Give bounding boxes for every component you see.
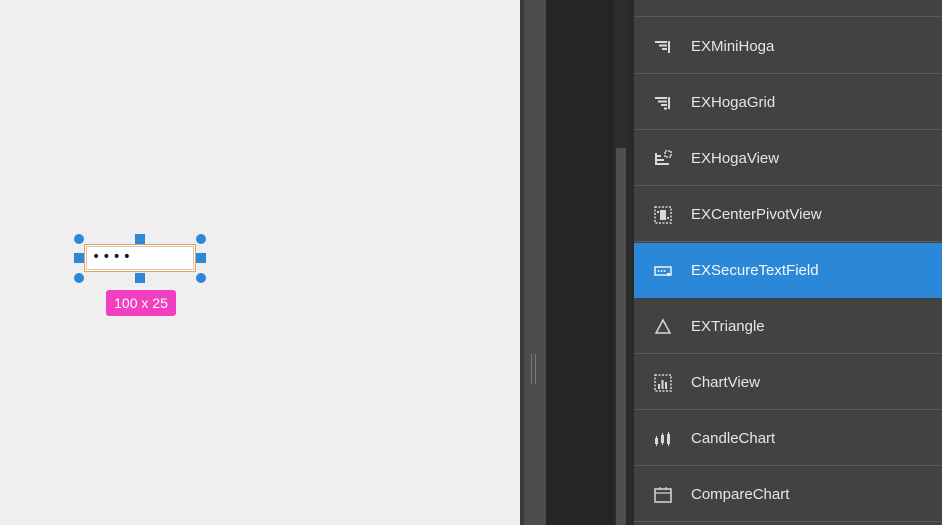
panel-splitter[interactable] [520,0,546,525]
list-item-partial[interactable] [634,0,942,17]
resize-handle-left[interactable] [74,253,84,263]
list-item-exsecuretextfield[interactable]: EXSecureTextField [634,243,942,298]
candle-chart-icon [655,432,670,446]
resize-handle-bottom-left[interactable] [74,273,84,283]
list-item-exhogagrid[interactable]: EXHogaGrid [634,75,942,130]
hoga-bars-icon [655,41,670,53]
list-item-candlechart[interactable]: CandleChart [634,411,942,466]
list-item-label: CompareChart [691,486,790,503]
middle-pane [546,0,614,525]
list-item-comparechart[interactable]: CompareChart [634,467,942,522]
resize-handle-top-left[interactable] [74,234,84,244]
scrollbar-thumb[interactable] [616,148,626,525]
resize-handle-top-right[interactable] [196,234,206,244]
size-badge: 100 x 25 [106,290,176,316]
resize-handle-bottom[interactable] [135,273,145,283]
secure-textfield-icon [654,266,672,276]
panel-gap [626,0,634,525]
splitter-grip[interactable] [531,354,536,384]
list-item-exhogaview[interactable]: EXHogaView [634,131,942,186]
list-item-label: EXMiniHoga [691,38,775,55]
hoga-grid-icon [655,97,670,110]
list-item-excenterpivotview[interactable]: EXCenterPivotView [634,187,942,242]
list-item-chartview[interactable]: ChartView [634,355,942,410]
resize-handle-top[interactable] [135,234,145,244]
triangle-icon [654,318,672,334]
secure-text-value: •••• [92,249,134,265]
list-item-label: EXCenterPivotView [691,206,822,223]
list-item-label: EXHogaGrid [691,94,776,111]
hoga-view-icon [655,150,672,165]
list-item-label: CandleChart [691,430,776,447]
list-item-label: EXTriangle [691,318,765,335]
compare-chart-icon [654,487,672,503]
resize-handle-right[interactable] [196,253,206,263]
list-item-label: ChartView [691,374,760,391]
list-item-label: EXSecureTextField [691,262,819,279]
pivot-view-icon [654,206,672,224]
chart-view-icon [654,374,672,392]
component-list: EXMiniHoga EXHogaGrid EXHogaView EXCente… [634,0,942,525]
list-item-label: EXHogaView [691,150,780,167]
list-item-extriangle[interactable]: EXTriangle [634,299,942,354]
design-canvas[interactable]: •••• 100 x 25 [0,0,520,525]
list-item-exminihoga[interactable]: EXMiniHoga [634,19,942,74]
splitter-edge [520,0,524,525]
resize-handle-bottom-right[interactable] [196,273,206,283]
